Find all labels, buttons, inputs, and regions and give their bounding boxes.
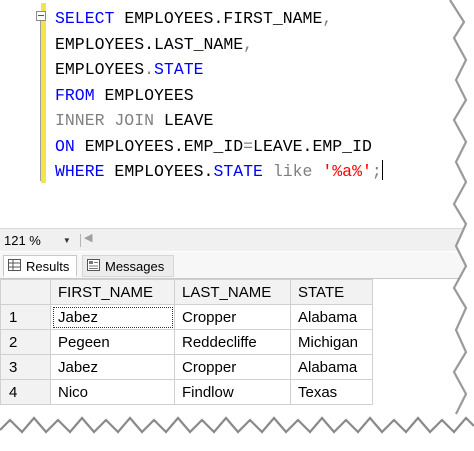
code-token: LEAVE.EMP_ID [253, 136, 372, 156]
divider [80, 234, 81, 247]
code-token: EMPLOYEES.FIRST_NAME [114, 9, 323, 28]
row-number[interactable]: 4 [0, 379, 51, 405]
messages-icon [87, 258, 100, 274]
code-token: ; [371, 162, 382, 181]
code-line[interactable]: EMPLOYEES.LAST_NAME, [55, 32, 383, 58]
row-number[interactable]: 3 [0, 354, 51, 380]
results-grid[interactable]: FIRST_NAME LAST_NAME STATE 1 Jabez Cropp… [0, 279, 373, 405]
code-token: '%a%' [322, 162, 372, 181]
torn-edge-right [449, 0, 474, 415]
code-line[interactable]: WHERE EMPLOYEES.STATE like '%a%'; [55, 159, 383, 185]
grid-cell[interactable]: Alabama [290, 354, 373, 380]
column-header[interactable]: STATE [290, 279, 373, 305]
chevron-down-icon[interactable]: ▼ [63, 236, 71, 245]
code-line[interactable]: SELECT EMPLOYEES.FIRST_NAME, [55, 6, 383, 32]
grid-cell[interactable]: Pegeen [50, 329, 175, 355]
code-line[interactable]: INNER JOIN LEAVE [55, 108, 383, 134]
change-tracking-bar [41, 3, 46, 183]
tab-results-label: Results [26, 258, 70, 274]
code-token: STATE [213, 162, 263, 181]
code-token: EMPLOYEES [94, 85, 194, 105]
table-row[interactable]: 3 Jabez Cropper Alabama [0, 354, 373, 380]
code-token: LEAVE [154, 111, 214, 130]
grid-cell[interactable]: Texas [290, 379, 373, 405]
code-token: = [243, 136, 254, 156]
code-token: FROM [55, 85, 95, 105]
tab-messages[interactable]: Messages [82, 255, 174, 277]
grid-cell[interactable]: Alabama [290, 304, 373, 330]
outline-fold-line [40, 21, 41, 181]
grid-cell[interactable]: Michigan [290, 329, 373, 355]
grid-cell[interactable]: Jabez [50, 304, 175, 330]
code-token: like [262, 162, 323, 181]
text-caret [381, 160, 383, 180]
code-line[interactable]: EMPLOYEES.STATE [55, 57, 383, 83]
results-tab-bar: Results Messages [0, 252, 474, 279]
code-token: INNER JOIN [55, 111, 155, 130]
code-token: EMPLOYEES [55, 60, 145, 79]
code-line[interactable]: ON EMPLOYEES.EMP_ID=LEAVE.EMP_ID [55, 134, 383, 160]
column-header[interactable]: FIRST_NAME [50, 279, 175, 305]
zoom-value: 121 % [4, 232, 41, 248]
code-token: EMPLOYEES.EMP_ID [74, 136, 244, 156]
code-token: STATE [154, 60, 204, 79]
grid-icon [8, 258, 21, 274]
sql-code[interactable]: SELECT EMPLOYEES.FIRST_NAME, EMPLOYEES.LA… [55, 6, 383, 185]
table-row[interactable]: 4 Nico Findlow Texas [0, 379, 373, 405]
code-line[interactable]: FROM EMPLOYEES [55, 83, 383, 109]
grid-cell[interactable]: Jabez [50, 354, 175, 380]
code-token: SELECT [55, 9, 115, 28]
torn-edge-bottom [0, 416, 474, 451]
zoom-dropdown[interactable]: 121 % ▼ [4, 232, 71, 248]
table-row[interactable]: 2 Pegeen Reddecliffe Michigan [0, 329, 373, 355]
grid-cell[interactable]: Cropper [174, 304, 291, 330]
code-token: , [243, 34, 254, 54]
grid-cell[interactable]: Cropper [174, 354, 291, 380]
code-token: , [322, 9, 333, 28]
code-token: ON [55, 136, 75, 156]
tab-results[interactable]: Results [3, 255, 77, 277]
editor-status-bar: 121 % ▼ ◀ [0, 228, 474, 251]
grid-cell[interactable]: Nico [50, 379, 175, 405]
grid-cell[interactable]: Reddecliffe [174, 329, 291, 355]
collapse-icon[interactable] [36, 11, 46, 21]
code-token: EMPLOYEES. [104, 162, 214, 181]
row-number[interactable]: 1 [0, 304, 51, 330]
column-header[interactable]: LAST_NAME [174, 279, 291, 305]
sql-editor[interactable]: SELECT EMPLOYEES.FIRST_NAME, EMPLOYEES.LA… [0, 0, 474, 225]
grid-corner[interactable] [0, 279, 51, 305]
code-token: WHERE [55, 162, 105, 181]
grid-header-row: FIRST_NAME LAST_NAME STATE [0, 279, 373, 305]
code-token: EMPLOYEES.LAST_NAME [55, 34, 244, 54]
row-number[interactable]: 2 [0, 329, 51, 355]
table-row[interactable]: 1 Jabez Cropper Alabama [0, 304, 373, 330]
tab-messages-label: Messages [105, 258, 165, 274]
grid-cell[interactable]: Findlow [174, 379, 291, 405]
scroll-left-icon[interactable]: ◀ [84, 231, 92, 244]
code-token: . [144, 60, 155, 79]
